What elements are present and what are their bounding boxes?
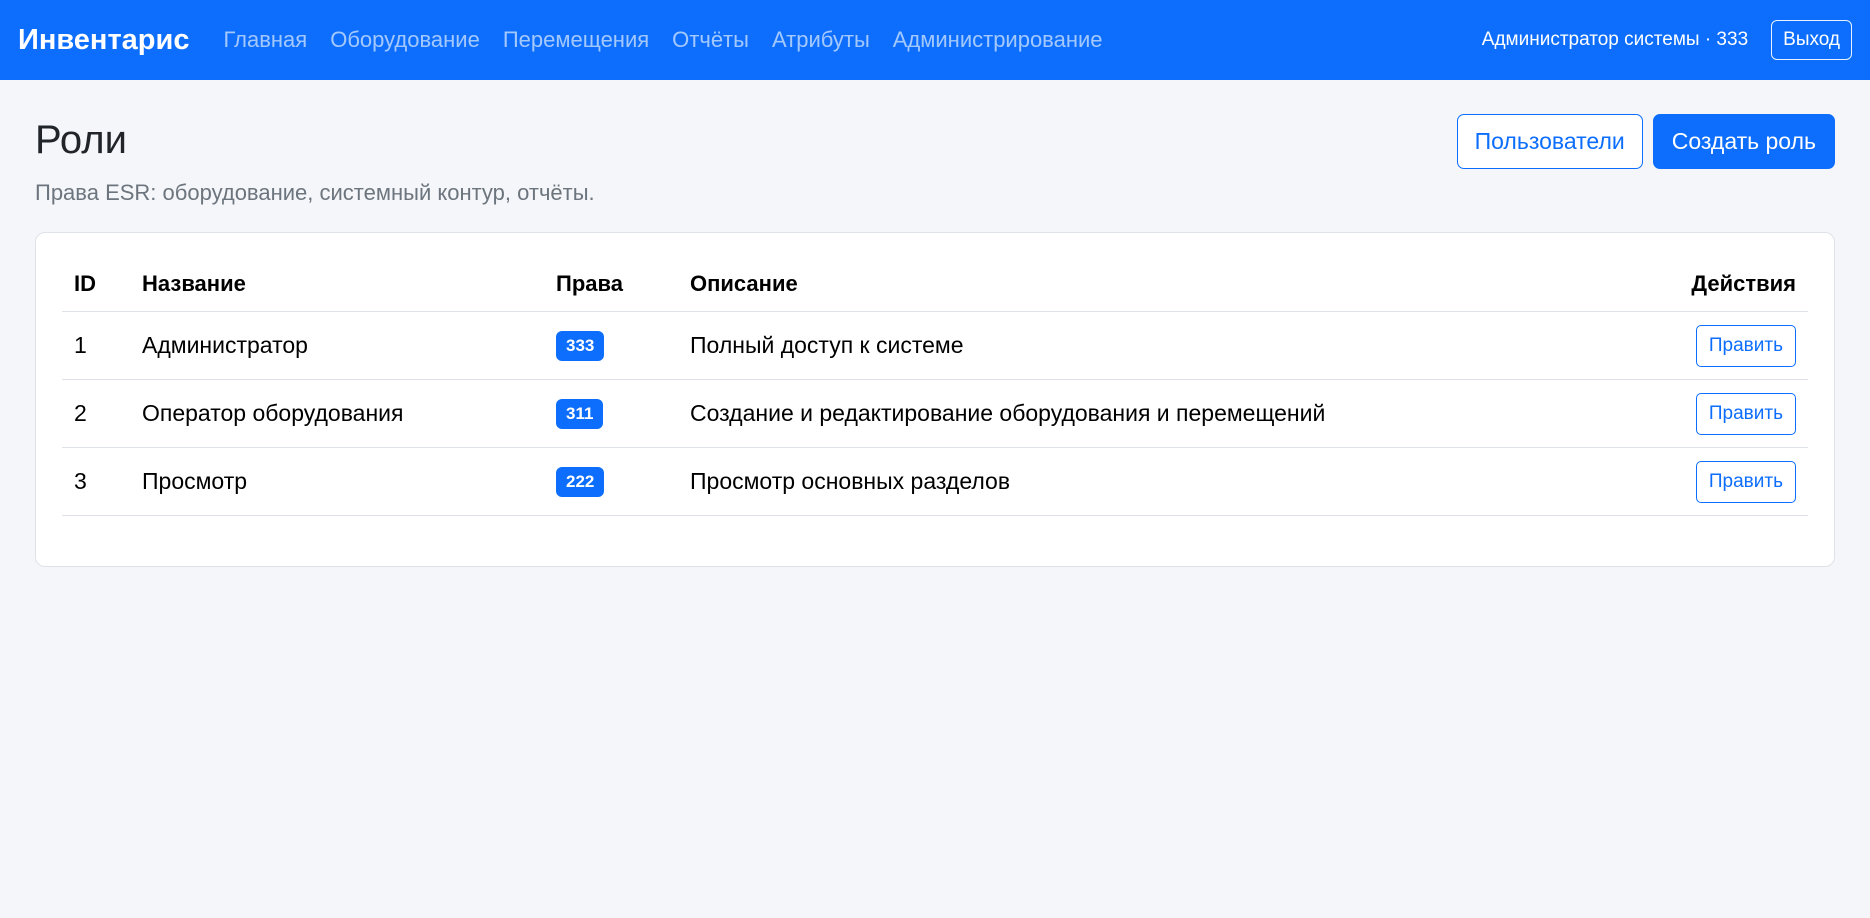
column-header-actions: Действия [1623,259,1808,312]
brand-logo[interactable]: Инвентарис [18,24,189,57]
role-actions-cell: Править [1623,447,1808,516]
role-actions-cell: Править [1623,379,1808,448]
users-button[interactable]: Пользователи [1456,114,1643,169]
role-description: Создание и редактирование оборудования и… [678,379,1624,448]
nav-link-administration[interactable]: Администрирование [893,27,1103,53]
role-rights-cell: 311 [544,379,678,448]
role-id: 1 [62,311,130,380]
nav-link-equipment[interactable]: Оборудование [330,27,480,53]
create-role-button[interactable]: Создать роль [1652,114,1835,169]
role-actions-cell: Править [1623,311,1808,380]
table-row: 1 Администратор 333 Полный доступ к сист… [62,311,1808,380]
edit-role-button[interactable]: Править [1695,460,1796,503]
role-description: Полный доступ к системе [678,311,1624,380]
header-actions: Пользователи Создать роль [1456,114,1835,169]
nav-link-reports[interactable]: Отчёты [672,27,749,53]
edit-role-button[interactable]: Править [1695,324,1796,367]
column-header-id: ID [62,259,130,312]
rights-badge: 333 [556,331,605,361]
nav-link-movements[interactable]: Перемещения [503,27,649,53]
table-header-row: ID Название Права Описание Действия [62,259,1808,312]
table-row: 3 Просмотр 222 Просмотр основных раздело… [62,447,1808,516]
column-header-name: Название [130,259,544,312]
table-row: 2 Оператор оборудования 311 Создание и р… [62,379,1808,448]
nav-link-attributes[interactable]: Атрибуты [772,27,870,53]
role-name: Просмотр [130,447,544,516]
column-header-description: Описание [678,259,1624,312]
current-user: Администратор системы · 333 [1481,29,1749,50]
edit-role-button[interactable]: Править [1695,392,1796,435]
role-name: Администратор [130,311,544,380]
nav-link-home[interactable]: Главная [223,27,307,53]
main-content: Роли Права ESR: оборудование, системный … [0,80,1870,567]
nav-links: Главная Оборудование Перемещения Отчёты … [223,27,1125,53]
roles-table: ID Название Права Описание Действия 1 Ад… [62,259,1808,516]
logout-button[interactable]: Выход [1771,20,1852,60]
role-id: 2 [62,379,130,448]
nav-user-area: Администратор системы · 333 Выход [1482,20,1852,60]
role-rights-cell: 333 [544,311,678,380]
page-subtitle: Права ESR: оборудование, системный конту… [35,180,595,205]
rights-badge: 222 [556,467,605,497]
column-header-rights: Права [544,259,678,312]
role-description: Просмотр основных разделов [678,447,1624,516]
role-id: 3 [62,447,130,516]
role-rights-cell: 222 [544,447,678,516]
rights-badge: 311 [556,399,604,429]
roles-card: ID Название Права Описание Действия 1 Ад… [35,232,1835,567]
role-name: Оператор оборудования [130,379,544,448]
page-title: Роли [35,118,127,162]
top-navbar: Инвентарис Главная Оборудование Перемеще… [0,0,1870,80]
page-heading-block: Роли Права ESR: оборудование, системный … [35,114,595,206]
